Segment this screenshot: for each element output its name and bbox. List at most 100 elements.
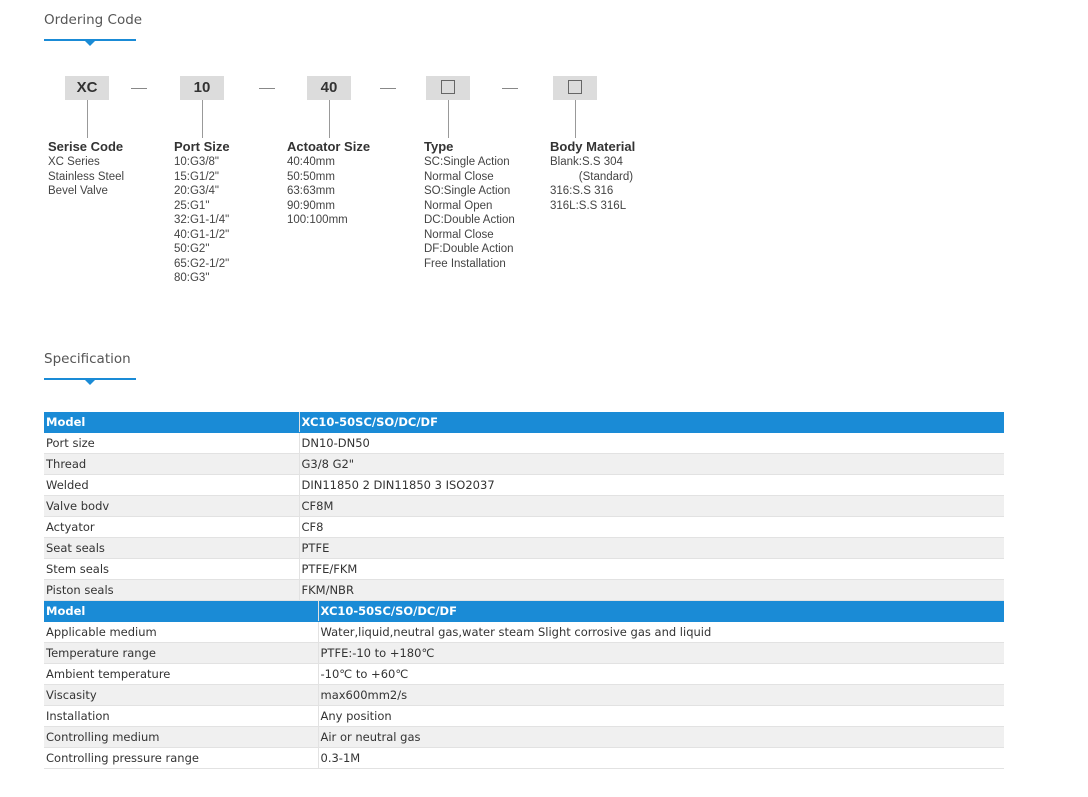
code-dash <box>502 88 518 89</box>
code-box-series: XC <box>65 76 109 100</box>
table-row: Installation Any position <box>44 705 1004 727</box>
table-row: Valve bodv CF8M <box>44 495 1004 517</box>
column-line: 90:90mm <box>287 199 335 212</box>
table-row: Ambient temperature -10℃ to +60℃ <box>44 663 1004 685</box>
table-row: Controlling medium Air or neutral gas <box>44 726 1004 748</box>
column-line: 63:63mm <box>287 185 335 197</box>
row-value: Air or neutral gas <box>318 726 1004 748</box>
table-row: Port size DN10-DN50 <box>44 432 1004 454</box>
header-cell: Model <box>44 412 300 433</box>
column-body-material: Body Material Blank:S.S 304 (Standard) 3… <box>550 139 635 213</box>
row-value: DN10-DN50 <box>299 432 1004 454</box>
column-line: Blank:S.S 304 <box>550 156 623 168</box>
table-row: Seat seals PTFE <box>44 537 1004 559</box>
column-line: Bevel Valve <box>48 185 108 197</box>
column-line: 15:G1/2" <box>174 170 220 183</box>
row-value: PTFE:-10 to +180℃ <box>318 642 1004 664</box>
row-label: Controlling medium <box>44 726 319 748</box>
specification-title: Specification <box>44 351 131 367</box>
column-series-code: Serise Code XC Series Stainless Steel Be… <box>48 139 124 199</box>
column-line: 32:G1-1/4" <box>174 214 230 226</box>
row-value: G3/8 G2" <box>299 453 1004 475</box>
table-row: Piston seals FKM/NBR <box>44 579 1004 601</box>
column-line: SO:Single Action <box>424 185 511 197</box>
connector-line <box>202 100 203 138</box>
table-row: Applicable medium Water,liquid,neutral g… <box>44 621 1004 643</box>
row-label: Thread <box>44 453 300 475</box>
column-heading: Actoator Size <box>287 139 371 154</box>
row-value: 0.3-1M <box>318 747 1004 769</box>
table-row: Viscasity max600mm2/s <box>44 684 1004 706</box>
row-label: Controlling pressure range <box>44 747 319 769</box>
code-box-port: 10 <box>180 76 224 100</box>
row-label: Port size <box>44 432 300 454</box>
row-value: max600mm2/s <box>318 684 1004 706</box>
row-label: Applicable medium <box>44 621 319 643</box>
row-value: Water,liquid,neutral gas,water steam Sli… <box>318 621 1004 643</box>
code-box-type <box>426 76 470 100</box>
table-row: Controlling pressure range 0.3-1M <box>44 747 1004 769</box>
column-line: 65:G2-1/2" <box>174 257 230 270</box>
row-label: Stem seals <box>44 558 300 580</box>
row-label: Seat seals <box>44 537 300 559</box>
row-label: Piston seals <box>44 579 300 601</box>
spec-table-1: Model XC10-50SC/SO/DC/DF Port size DN10-… <box>44 412 1004 601</box>
row-value: PTFE/FKM <box>299 558 1004 580</box>
row-label: Installation <box>44 705 319 727</box>
row-label: Temperature range <box>44 642 319 664</box>
column-line: 40:40mm <box>287 156 335 168</box>
table-row: Stem seals PTFE/FKM <box>44 558 1004 580</box>
code-box-material <box>553 76 597 100</box>
column-line: 25:G1" <box>174 199 210 212</box>
column-line: Normal Close <box>424 228 494 241</box>
column-line: 316L:S.S 316L <box>550 199 627 212</box>
connector-line <box>87 100 88 138</box>
caret-down-icon <box>85 41 95 46</box>
column-actuator-size: Actoator Size 40:40mm 50:50mm 63:63mm 90… <box>287 139 370 228</box>
column-heading: Serise Code <box>48 139 124 154</box>
column-line: Stainless Steel <box>48 170 125 183</box>
ordering-code-title: Ordering Code <box>44 12 143 28</box>
row-label: Ambient temperature <box>44 663 319 685</box>
empty-square-icon <box>568 79 582 94</box>
row-label: Welded <box>44 474 300 496</box>
code-dash <box>380 88 396 89</box>
header-cell: XC10-50SC/SO/DC/DF <box>318 601 1004 622</box>
table-header-row: Model XC10-50SC/SO/DC/DF <box>44 412 1004 433</box>
row-value: PTFE <box>299 537 1004 559</box>
column-line: 10:G3/8" <box>174 156 220 168</box>
row-value: -10℃ to +60℃ <box>318 663 1004 685</box>
column-line: 100:100mm <box>287 214 348 226</box>
row-value: CF8 <box>299 516 1004 538</box>
column-heading: Body Material <box>550 139 636 154</box>
column-line: 40:G1-1/2" <box>174 228 230 241</box>
column-line: SC:Single Action <box>424 156 510 168</box>
row-value: DIN11850 2 DIN11850 3 ISO2037 <box>299 474 1004 496</box>
spec-table-2: Model XC10-50SC/SO/DC/DF Applicable medi… <box>44 601 1004 769</box>
column-line: Normal Open <box>424 199 493 212</box>
row-value: CF8M <box>299 495 1004 517</box>
column-line: 80:G3" <box>174 272 210 284</box>
header-cell: Model <box>44 601 319 622</box>
table-row: Thread G3/8 G2" <box>44 453 1004 475</box>
column-heading: Type <box>424 139 454 154</box>
column-line: Normal Close <box>424 170 494 183</box>
row-label: Actyator <box>44 516 300 538</box>
column-line: 20:G3/4" <box>174 185 220 197</box>
column-line: DC:Double Action <box>424 214 515 226</box>
row-label: Viscasity <box>44 684 319 706</box>
column-line: XC Series <box>48 156 100 168</box>
row-label: Valve bodv <box>44 495 300 517</box>
connector-line <box>575 100 576 138</box>
table-row: Temperature range PTFE:-10 to +180℃ <box>44 642 1004 664</box>
code-dash <box>131 88 147 89</box>
column-port-size: Port Size 10:G3/8" 15:G1/2" 20:G3/4" 25:… <box>174 139 230 286</box>
table-header-row: Model XC10-50SC/SO/DC/DF <box>44 601 1004 622</box>
code-dash <box>259 88 275 89</box>
connector-line <box>329 100 330 138</box>
header-cell: XC10-50SC/SO/DC/DF <box>299 412 1004 433</box>
caret-down-icon <box>85 380 95 385</box>
row-value: Any position <box>318 705 1004 727</box>
column-line: DF:Double Action <box>424 243 514 255</box>
column-line: 50:50mm <box>287 170 335 183</box>
